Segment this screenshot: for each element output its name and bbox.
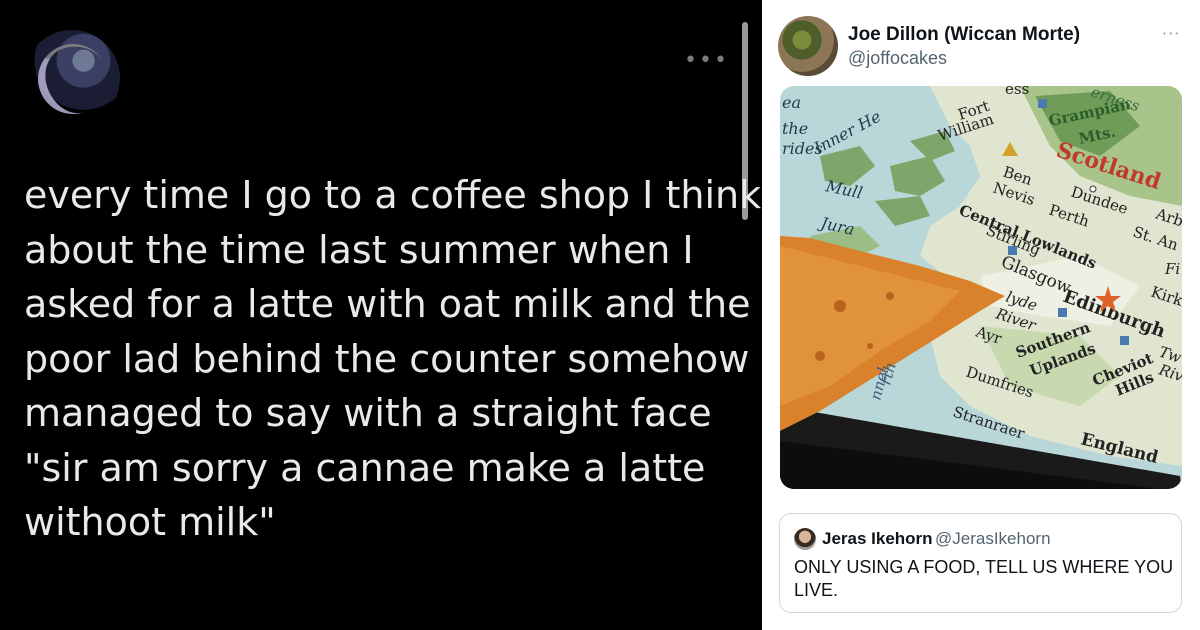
map-illustration: ea the rides Inner He Mull Jura Fort Wil… [780, 86, 1182, 489]
map-label: ea [782, 93, 801, 112]
quoted-display-name: Jeras Ikehorn [822, 529, 933, 548]
avatar[interactable] [778, 16, 838, 76]
airport-icon [1008, 246, 1017, 255]
tweet-line: managed to say with a straight face [24, 391, 712, 435]
tweet-line: every time I go to a coffee shop I think [24, 173, 762, 217]
avatar [794, 528, 816, 550]
city-marker-icon [1089, 185, 1097, 193]
dark-tweet-panel: ••• every time I go to a coffee shop I t… [0, 0, 762, 630]
airport-icon [1120, 336, 1129, 345]
tweet-photo[interactable]: ea the rides Inner He Mull Jura Fort Wil… [780, 86, 1182, 489]
tweet-line: "sir am sorry a cannae make a latte [24, 445, 706, 490]
quoted-tweet[interactable]: Jeras Ikehorn @JerasIkehorn ONLY USING A… [779, 513, 1182, 613]
map-label: ess [1005, 86, 1029, 98]
map-label: the [782, 119, 808, 138]
tweet-line: poor lad behind the counter somehow [24, 336, 750, 381]
tweet-body: every time I go to a coffee shop I think… [24, 168, 762, 550]
avatar[interactable] [24, 30, 120, 126]
tweet-line: about the time last summer when I [24, 227, 694, 272]
airport-icon [1038, 99, 1047, 108]
more-horizontal-icon[interactable]: ••• [684, 48, 729, 73]
display-name[interactable]: Joe Dillon (Wiccan Morte) [848, 24, 1080, 46]
map-label: Fi [1164, 260, 1180, 278]
tweet-line: withoot milk" [24, 500, 276, 544]
quoted-tweet-text: ONLY USING A FOOD, TELL US WHERE YOU LIV… [794, 557, 1174, 600]
more-horizontal-icon[interactable]: ··· [1162, 24, 1180, 43]
user-handle[interactable]: @joffocakes [848, 48, 947, 69]
tweet-line: asked for a latte with oat milk and the [24, 282, 751, 326]
quoted-user-handle: @JerasIkehorn [935, 529, 1051, 548]
moon-icon [28, 34, 118, 124]
light-tweet-panel: Joe Dillon (Wiccan Morte) @joffocakes ··… [762, 0, 1200, 630]
airport-icon [1058, 308, 1067, 317]
